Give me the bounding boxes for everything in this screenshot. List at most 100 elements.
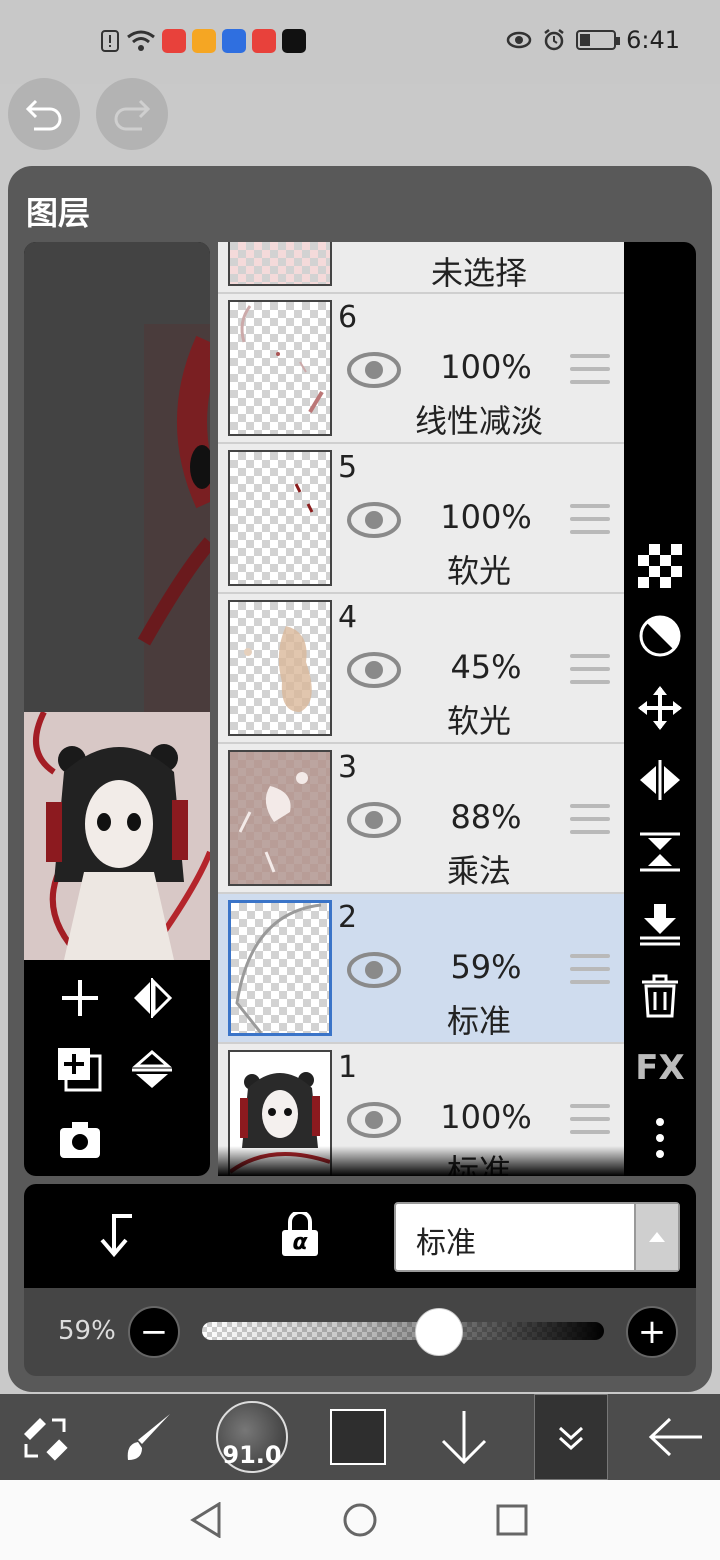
delete-button[interactable] xyxy=(636,972,684,1020)
system-nav-bar xyxy=(0,1480,720,1560)
visibility-eye-icon[interactable] xyxy=(346,800,402,840)
layer-number: 6 xyxy=(338,300,358,335)
merge-down-button[interactable] xyxy=(636,900,684,948)
huawei-app-icon xyxy=(162,29,186,53)
merge-down-icon xyxy=(640,904,680,946)
layer-row-6[interactable]: 6 100% 线性减淡 xyxy=(218,294,624,444)
delete-icon xyxy=(642,974,678,1018)
opacity-slider-handle[interactable] xyxy=(415,1308,464,1356)
opacity-increase-button[interactable]: + xyxy=(626,1306,678,1358)
more-button[interactable] xyxy=(636,1114,684,1162)
undo-button[interactable] xyxy=(8,78,80,150)
visibility-eye-icon[interactable] xyxy=(346,500,402,540)
nav-recents-button[interactable] xyxy=(492,1500,532,1540)
color-swatch-button[interactable] xyxy=(324,1394,392,1480)
flip-horizontal-button[interactable] xyxy=(636,756,684,804)
bottom-toolbar: 91.0 xyxy=(0,1394,720,1480)
layer-blend-mode: 线性减淡 xyxy=(414,402,543,440)
layer-row-3[interactable]: 3 88% 乘法 xyxy=(218,744,624,894)
invert-button[interactable] xyxy=(636,612,684,660)
layer-thumbnail xyxy=(228,900,332,1036)
layer-blend-mode: 软光 xyxy=(446,702,511,740)
drag-handle-icon[interactable] xyxy=(570,1104,610,1134)
down-arrow-button[interactable] xyxy=(430,1394,498,1480)
alarm-icon xyxy=(544,29,564,51)
drag-handle-icon[interactable] xyxy=(570,504,610,534)
visibility-eye-icon[interactable] xyxy=(346,650,402,690)
layer-opacity: 59% xyxy=(450,948,522,986)
blend-mode-select[interactable]: 标准 xyxy=(394,1202,680,1272)
baidu-app-icon xyxy=(222,29,246,53)
layer-opacity: 100% xyxy=(440,348,532,386)
layer-blend-mode: 软光 xyxy=(446,552,511,590)
flip-vertical-button[interactable] xyxy=(636,828,684,876)
move-icon xyxy=(638,686,682,730)
alpha-lock-button[interactable]: α xyxy=(280,1212,320,1258)
drag-handle-icon[interactable] xyxy=(570,354,610,384)
orange-app-icon xyxy=(192,29,216,53)
color-swatch xyxy=(330,1409,386,1465)
invert-icon xyxy=(639,615,681,657)
opacity-decrease-button[interactable]: − xyxy=(128,1306,180,1358)
transparency-button[interactable] xyxy=(636,542,684,590)
layer-number: 2 xyxy=(338,900,358,935)
alert-icon xyxy=(101,30,119,52)
drag-handle-icon[interactable] xyxy=(570,954,610,984)
layer-row-4[interactable]: 4 45% 软光 xyxy=(218,594,624,744)
flip-horizontal-icon[interactable] xyxy=(130,976,174,1020)
layer-list[interactable]: 未选择 6 100% 线性减淡 5 100% 软光 4 45% 软光 3 88%… xyxy=(218,242,624,1176)
copy-layer-icon[interactable] xyxy=(56,1046,104,1092)
layer-tools-column: FX xyxy=(624,242,696,1176)
flip-vertical-icon[interactable] xyxy=(130,1048,174,1092)
layer-opacity: 88% xyxy=(450,798,522,836)
move-button[interactable] xyxy=(636,684,684,732)
layer-row-2[interactable]: 2 59% 标准 xyxy=(218,894,624,1044)
tiktok-app-icon xyxy=(282,29,306,53)
more-icon xyxy=(656,1118,664,1158)
plus-icon: + xyxy=(637,1312,667,1352)
down-arrow-icon xyxy=(441,1411,487,1465)
nav-recents-icon xyxy=(496,1504,528,1536)
character-portrait xyxy=(24,712,210,960)
dropdown-arrow-icon[interactable] xyxy=(634,1204,678,1270)
layer-row-5[interactable]: 5 100% 软光 xyxy=(218,444,624,594)
layer-number: 1 xyxy=(338,1050,358,1085)
visibility-eye-icon[interactable] xyxy=(346,1100,402,1140)
opacity-slider[interactable] xyxy=(202,1322,604,1340)
back-arrow-icon xyxy=(648,1417,702,1457)
add-layer-icon[interactable] xyxy=(58,976,102,1020)
clip-arrow-icon[interactable] xyxy=(96,1212,136,1258)
status-icons-right: 6:41 xyxy=(506,26,680,54)
nav-home-icon xyxy=(343,1503,377,1537)
flip-vertical-icon xyxy=(640,832,680,872)
layer-panel-button[interactable] xyxy=(534,1394,608,1480)
fx-button[interactable]: FX xyxy=(635,1044,684,1092)
undo-icon xyxy=(25,99,62,131)
layer-number: 5 xyxy=(338,450,358,485)
brush-button[interactable] xyxy=(112,1394,182,1480)
blend-mode-value: 标准 xyxy=(416,1226,476,1261)
opacity-label: 59% xyxy=(58,1316,116,1346)
visibility-eye-icon[interactable] xyxy=(346,350,402,390)
transparency-icon xyxy=(638,544,682,588)
camera-icon[interactable] xyxy=(58,1120,102,1160)
layer-blend-mode: 标准 xyxy=(446,1002,511,1040)
unselected-row[interactable]: 未选择 xyxy=(218,242,624,294)
brush-size-button[interactable]: 91.0 xyxy=(214,1394,290,1480)
layer-thumbnail xyxy=(228,450,332,586)
layer-opacity: 45% xyxy=(450,648,522,686)
nav-back-button[interactable] xyxy=(186,1500,226,1540)
back-arrow-button[interactable] xyxy=(640,1394,712,1480)
battery-icon xyxy=(576,30,621,50)
wifi-icon xyxy=(127,30,155,51)
visibility-eye-icon[interactable] xyxy=(346,950,402,990)
brush-icon xyxy=(127,1414,170,1460)
layer-thumbnail xyxy=(228,242,332,286)
layer-blend-mode: 乘法 xyxy=(446,852,511,890)
drag-handle-icon[interactable] xyxy=(570,654,610,684)
transform-select-button[interactable] xyxy=(10,1394,80,1480)
huawei-app-icon xyxy=(252,29,276,53)
redo-button[interactable] xyxy=(96,78,168,150)
nav-home-button[interactable] xyxy=(340,1500,380,1540)
drag-handle-icon[interactable] xyxy=(570,804,610,834)
